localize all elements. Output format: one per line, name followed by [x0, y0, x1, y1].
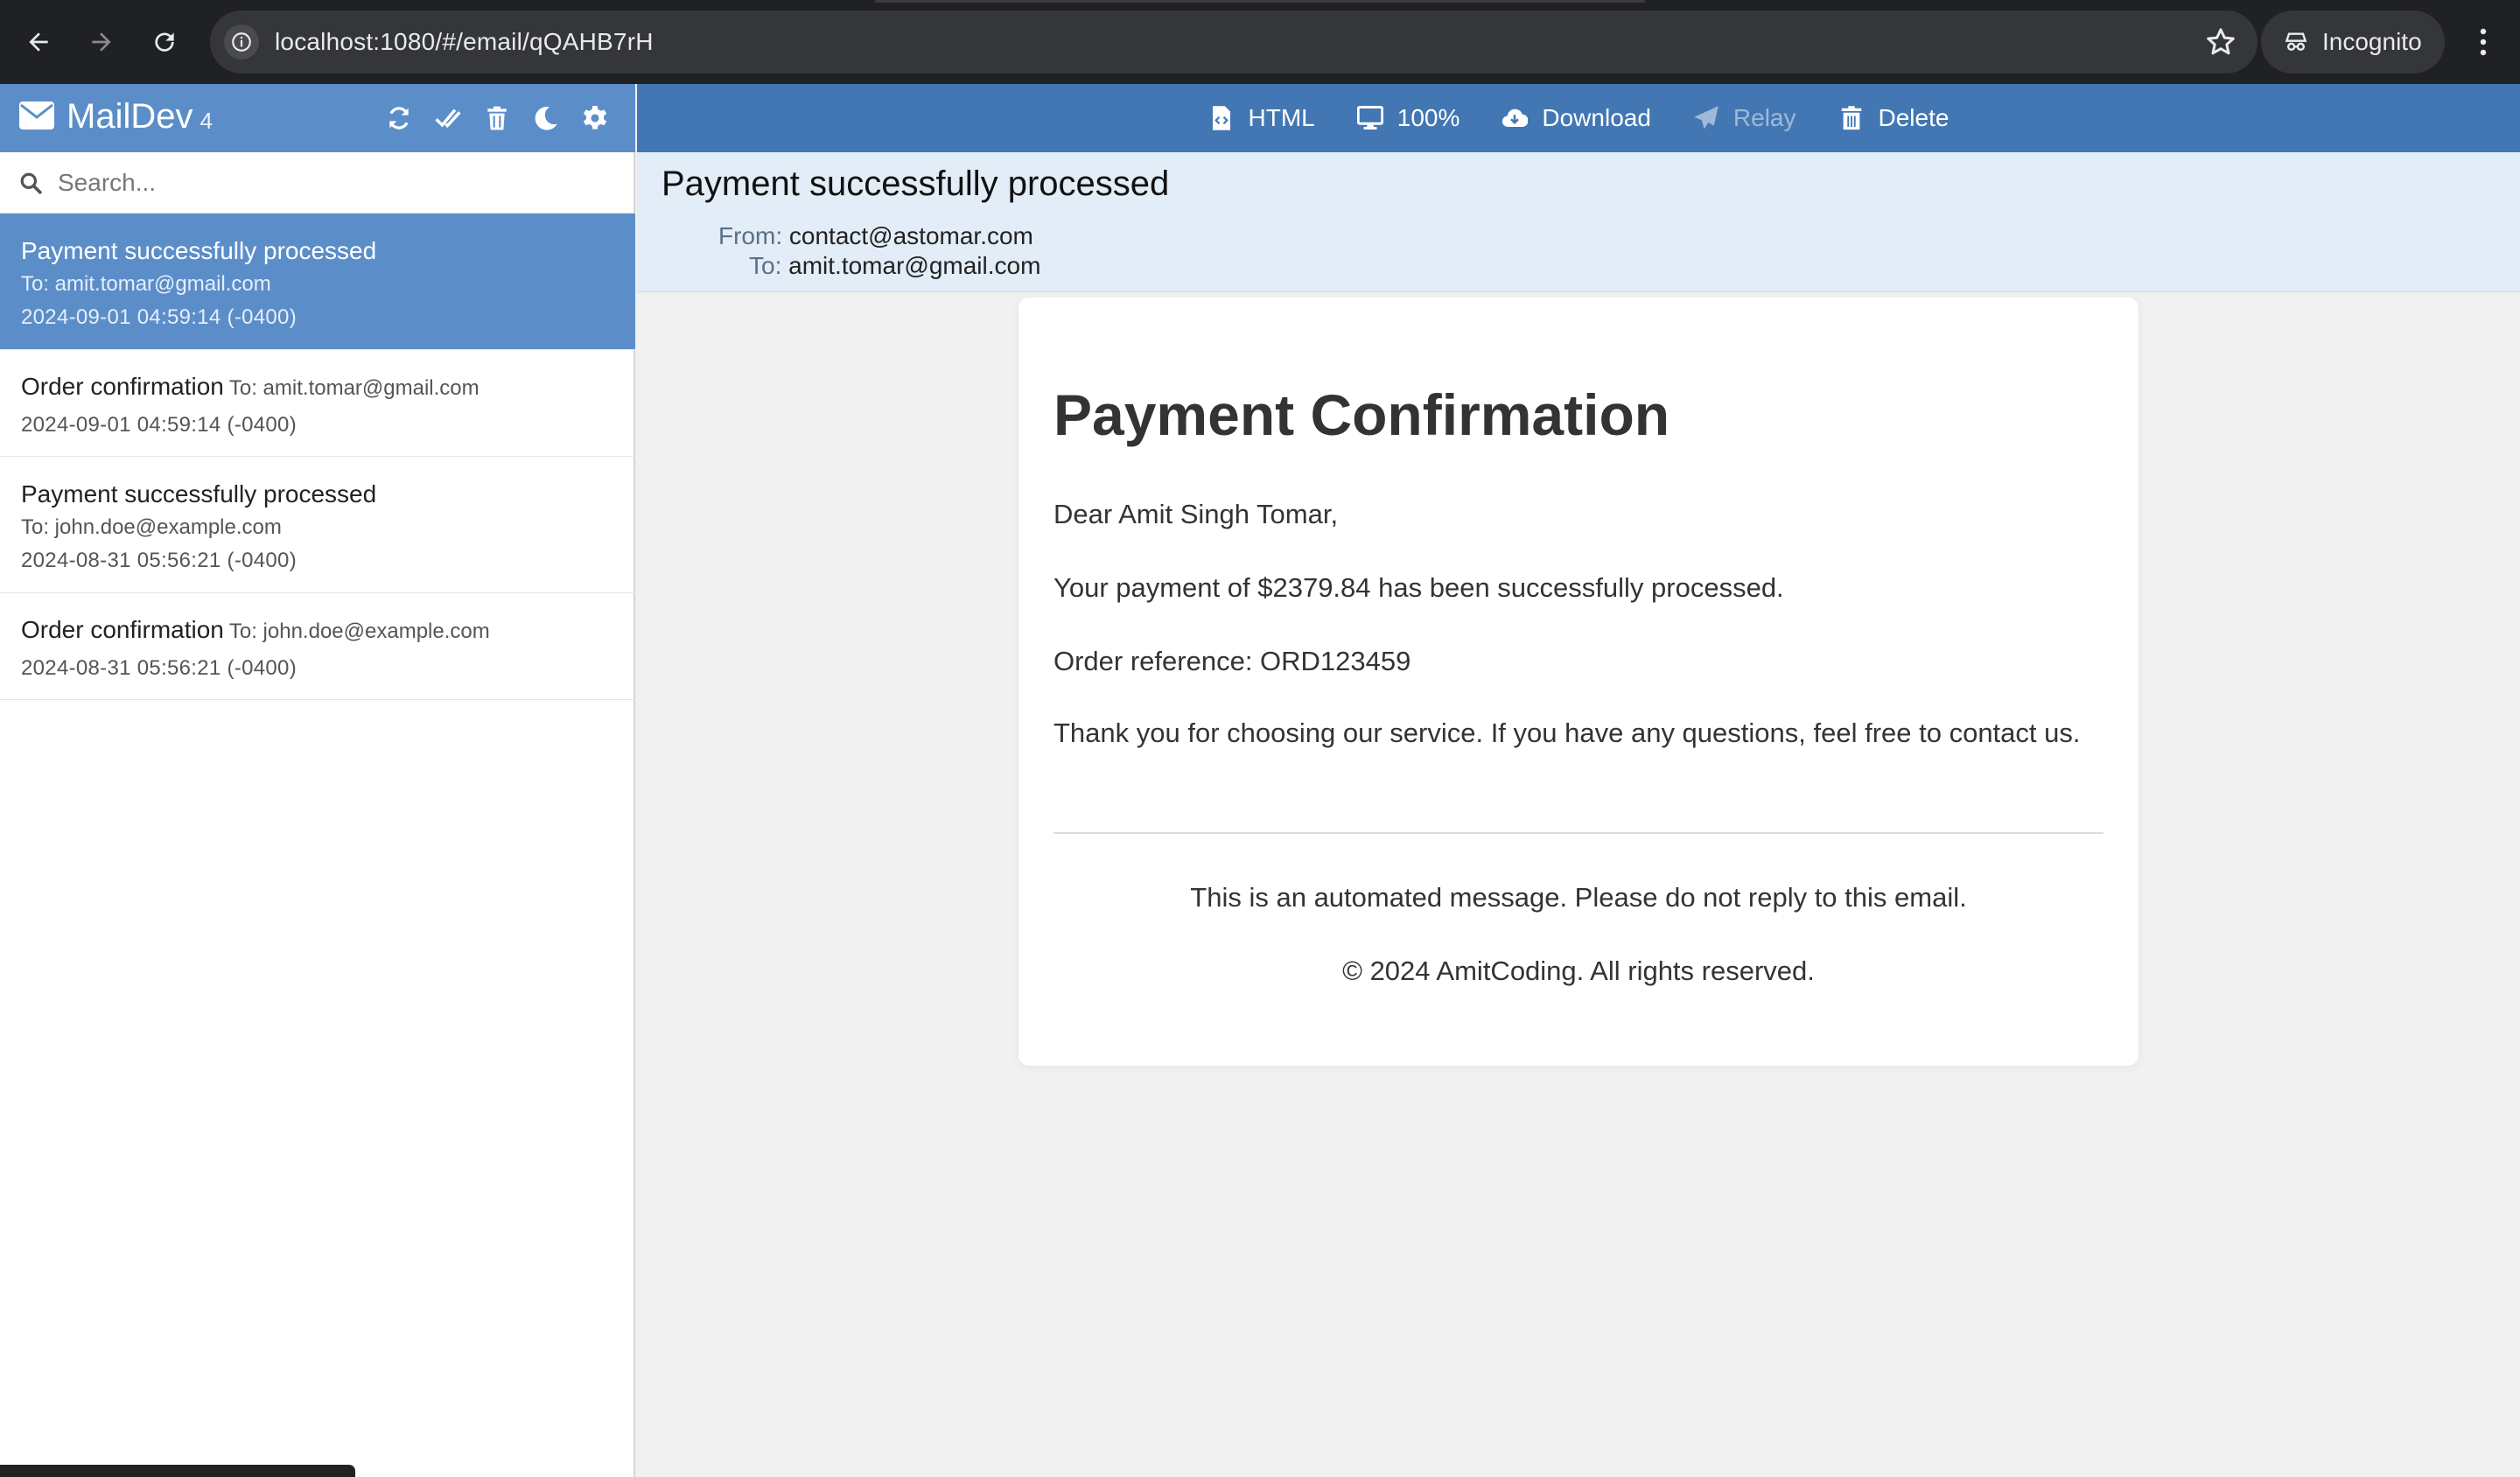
gear-icon	[583, 106, 607, 130]
app-brand: MailDev 4	[19, 84, 213, 152]
body-payment-line: Your payment of $2379.84 has been succes…	[1054, 572, 1784, 603]
footer-copyright: © 2024 AmitCoding. All rights reserved.	[1342, 956, 1815, 986]
incognito-icon	[2285, 32, 2307, 51]
forward-button[interactable]	[80, 21, 122, 63]
settings-button[interactable]	[581, 104, 609, 132]
footer-notice: This is an automated message. Please do …	[1190, 882, 1967, 913]
from-address: contact@astomar.com	[788, 222, 1033, 249]
download-button[interactable]: Download	[1502, 104, 1651, 132]
from-label: From:	[718, 222, 783, 249]
paper-plane-icon	[1694, 106, 1718, 130]
delete-all-button[interactable]	[483, 104, 511, 132]
email-subject-title: Payment successfully processed	[662, 164, 1170, 203]
incognito-badge[interactable]: Incognito	[2261, 10, 2445, 74]
tab-strip	[875, 0, 1645, 3]
back-button[interactable]	[18, 21, 60, 63]
file-code-icon	[1212, 106, 1230, 130]
email-subject: Order confirmation	[21, 373, 224, 400]
arrow-right-icon	[92, 32, 111, 52]
display-size-label: 100%	[1396, 104, 1460, 131]
envelope-icon	[19, 102, 54, 130]
relay-button[interactable]: Relay	[1693, 104, 1796, 132]
delete-button[interactable]: Delete	[1838, 104, 1950, 132]
sidebar-header: MailDev 4	[0, 84, 635, 152]
search-icon	[20, 172, 42, 194]
email-list-item[interactable]: Payment successfully processed To: john.…	[0, 457, 635, 593]
view-html-button[interactable]: HTML	[1208, 104, 1315, 132]
email-recipient: To: amit.tomar@gmail.com	[228, 376, 480, 400]
email-date: 2024-08-31 05:56:21 (-0400)	[21, 656, 297, 680]
reload-button[interactable]	[144, 21, 186, 63]
search-input[interactable]	[58, 163, 600, 203]
mark-all-read-button[interactable]	[434, 104, 462, 132]
reload-icon	[155, 32, 174, 52]
from-row: From: contact@astomar.com	[718, 222, 1033, 250]
email-date: 2024-09-01 04:59:14 (-0400)	[21, 305, 297, 329]
email-list-item[interactable]: Order confirmation To: amit.tomar@gmail.c…	[0, 350, 635, 457]
email-subject: Payment successfully processed	[21, 480, 377, 508]
cloud-download-icon	[1502, 108, 1529, 128]
address-bar[interactable]: localhost:1080/#/email/qQAHB7rH	[210, 10, 2258, 74]
relay-label: Relay	[1732, 104, 1796, 131]
email-subject: Order confirmation	[21, 616, 224, 643]
url-text[interactable]: localhost:1080/#/email/qQAHB7rH	[275, 10, 654, 74]
email-date: 2024-09-01 04:59:14 (-0400)	[21, 413, 297, 437]
body-greeting: Dear Amit Singh Tomar,	[1054, 499, 1339, 529]
refresh-button[interactable]	[385, 104, 413, 132]
horizontal-scrollbar[interactable]	[0, 1465, 355, 1477]
to-label: To:	[749, 252, 782, 279]
double-check-icon	[435, 108, 461, 129]
browser-menu-button[interactable]	[2466, 21, 2501, 63]
delete-label: Delete	[1878, 104, 1950, 131]
body-divider	[1054, 832, 2104, 834]
browser-chrome: localhost:1080/#/email/qQAHB7rH Incognit…	[0, 0, 2520, 84]
email-subject: Payment successfully processed	[21, 237, 377, 264]
dark-mode-toggle[interactable]	[532, 104, 560, 132]
email-viewer: HTML 100% Download Relay Delete Payment …	[637, 84, 2520, 1477]
email-recipient: To: john.doe@example.com	[228, 620, 490, 643]
email-date: 2024-08-31 05:56:21 (-0400)	[21, 549, 297, 572]
refresh-icon	[389, 107, 409, 130]
search-bar	[0, 152, 635, 214]
sidebar-actions	[385, 84, 609, 152]
app-name: MailDev	[66, 96, 193, 136]
info-icon	[232, 32, 251, 52]
body-reference-line: Order reference: ORD123459	[1054, 646, 1411, 676]
trash-icon	[487, 106, 507, 130]
to-row: To: amit.tomar@gmail.com	[749, 252, 1040, 280]
view-html-label: HTML	[1248, 104, 1315, 131]
email-toolbar: HTML 100% Download Relay Delete	[637, 84, 2520, 152]
body-heading: Payment Confirmation	[1054, 382, 1670, 447]
bookmark-star-icon[interactable]	[2203, 24, 2238, 60]
arrow-left-icon	[29, 32, 48, 52]
incognito-label: Incognito	[2322, 28, 2422, 55]
email-body-card: Payment Confirmation Dear Amit Singh Tom…	[1018, 298, 2138, 1066]
sidebar: MailDev 4 Payment successfull	[0, 84, 635, 1477]
download-label: Download	[1542, 104, 1651, 131]
site-info-icon[interactable]	[224, 24, 259, 60]
body-thanks-line: Thank you for choosing our service. If y…	[1054, 718, 2081, 748]
more-vert-icon	[2480, 28, 2487, 56]
email-list-item[interactable]: Payment successfully processed To: amit.…	[0, 214, 635, 350]
display-size-button[interactable]: 100%	[1356, 104, 1460, 132]
email-list-item[interactable]: Order confirmation To: john.doe@example.c…	[0, 593, 635, 700]
to-address: amit.tomar@gmail.com	[788, 252, 1041, 279]
email-count-badge: 4	[200, 107, 213, 134]
monitor-icon	[1356, 106, 1383, 130]
trash-icon	[1841, 106, 1861, 130]
email-recipient: To: john.doe@example.com	[21, 515, 282, 539]
email-list: Payment successfully processed To: amit.…	[0, 214, 635, 700]
email-recipient: To: amit.tomar@gmail.com	[21, 272, 271, 296]
moon-icon	[535, 106, 557, 130]
